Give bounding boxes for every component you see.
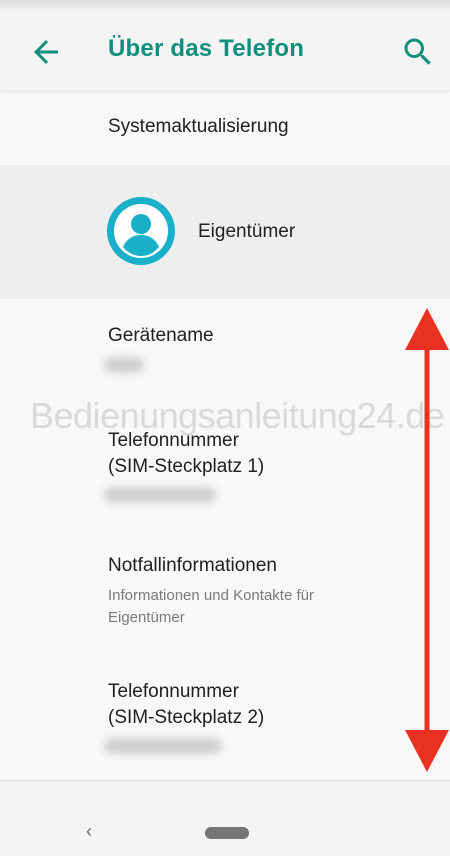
system-update-label: Systemaktualisierung (108, 116, 289, 137)
system-update-item[interactable]: Systemaktualisierung (0, 90, 450, 165)
system-navigation-bar: ‹ (0, 795, 450, 856)
phone-number-sim2-label-line1: Telefonnummer (108, 681, 239, 702)
scroll-annotation-arrow (405, 308, 449, 772)
phone-number-sim2-label-line2: (SIM-Steckplatz 2) (108, 707, 265, 728)
emergency-info-subtitle-line2: Eigentümer (108, 609, 185, 626)
device-name-item[interactable]: Gerätename (0, 299, 450, 399)
status-bar (0, 0, 450, 12)
phone-number-sim2-value-redacted (104, 738, 222, 754)
account-circle-icon (107, 197, 175, 265)
phone-number-sim2-item[interactable]: Telefonnummer (SIM-Steckplatz 2) (0, 665, 450, 780)
owner-item[interactable]: Eigentümer (0, 165, 450, 299)
emergency-info-subtitle-line1: Informationen und Kontakte für (108, 587, 314, 604)
nav-home-pill[interactable] (205, 827, 249, 839)
app-bar: Über das Telefon (0, 12, 450, 90)
nav-back-button[interactable]: ‹ (86, 821, 92, 842)
phone-number-sim1-label-line2: (SIM-Steckplatz 1) (108, 456, 265, 477)
arrow-left-icon[interactable] (28, 34, 64, 70)
emergency-info-label: Notfallinformationen (108, 555, 277, 576)
device-name-label: Gerätename (108, 325, 214, 346)
owner-label: Eigentümer (198, 221, 296, 242)
list-divider (0, 780, 450, 781)
page-title: Über das Telefon (108, 35, 305, 62)
watermark: Bedienungsanleitung24.de (30, 395, 445, 436)
emergency-info-item[interactable]: Notfallinformationen Informationen und K… (0, 545, 450, 645)
search-icon[interactable] (400, 34, 436, 70)
device-name-value-redacted (104, 357, 144, 373)
phone-number-sim1-value-redacted (104, 487, 216, 503)
